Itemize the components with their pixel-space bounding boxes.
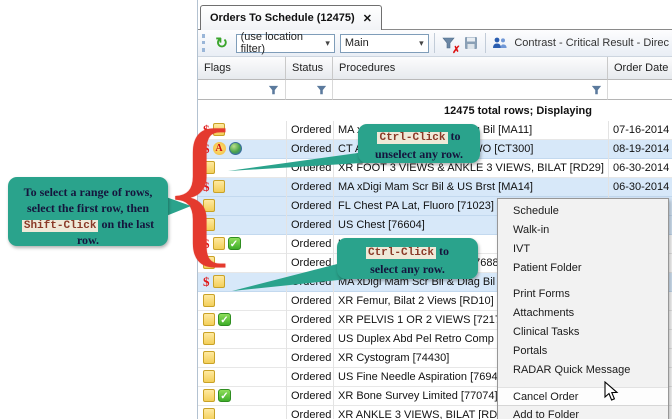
context-menu-item-patient-folder[interactable]: Patient Folder (498, 259, 668, 278)
save-grid-icon[interactable] (462, 33, 480, 53)
tab-orders-to-schedule[interactable]: Orders To Schedule (12475) ✕ (200, 5, 382, 30)
note-flag-icon (203, 370, 215, 383)
context-menu-item-ivt[interactable]: IVT (498, 240, 668, 259)
flags-cell (203, 332, 215, 345)
red-brace-annotation: { (160, 124, 241, 255)
context-menu-item-radar-quick-message[interactable]: RADAR Quick Message (498, 361, 668, 380)
chevron-down-icon: ▾ (325, 38, 330, 49)
column-header-procedures[interactable]: Procedures (333, 57, 608, 80)
status-cell: Ordered (291, 124, 331, 136)
ctrl-click-key: Ctrl-Click (366, 247, 436, 259)
refresh-icon[interactable]: ↻ (213, 33, 231, 53)
shift-click-key: Shift-Click (22, 220, 99, 232)
check-flag-icon: ✓ (218, 313, 231, 326)
view-dropdown-value: Main (345, 37, 369, 49)
mouse-cursor (604, 381, 620, 402)
column-divider (286, 121, 287, 419)
column-header-status[interactable]: Status (286, 57, 333, 80)
callout-text: unselect any row. (375, 147, 463, 161)
tab-title: Orders To Schedule (12475) (210, 12, 355, 24)
location-filter-value: (use location filter) (241, 31, 320, 55)
status-cell: Ordered (291, 143, 331, 155)
status-cell: Ordered (291, 390, 331, 402)
funnel-icon (316, 85, 327, 96)
note-flag-icon (203, 294, 215, 307)
location-filter-dropdown[interactable]: (use location filter) ▾ (236, 34, 335, 53)
status-cell: Ordered (291, 181, 331, 193)
callout-ctrl-click-unselect: Ctrl-Click to unselect any row. (358, 124, 480, 163)
menu-separator (498, 380, 668, 387)
context-menu-item-cancel-order[interactable]: Cancel Order (498, 387, 668, 406)
contrast-people-icon (491, 33, 509, 53)
clear-filter-icon[interactable]: ✗ (439, 33, 457, 53)
flags-cell: ✓ (203, 389, 231, 402)
toolbar-grip (202, 34, 208, 52)
status-cell: Ordered (291, 257, 331, 269)
note-flag-icon (203, 351, 215, 364)
funnel-icon (268, 85, 279, 96)
flags-cell: ✓ (203, 313, 231, 326)
funnel-icon (591, 85, 602, 96)
column-header-flags[interactable]: Flags (198, 57, 286, 80)
column-header-order-date[interactable]: Order Date (608, 57, 672, 80)
table-row[interactable]: $OrderedMA xDigi Mam Scr Bil & US Brst [… (198, 178, 672, 197)
tab-close-icon[interactable]: ✕ (363, 12, 372, 25)
callout-shift-click: To select a range of rows, select the fi… (8, 177, 168, 246)
context-menu-item-clinical-tasks[interactable]: Clinical Tasks (498, 323, 668, 342)
check-flag-icon: ✓ (218, 389, 231, 402)
note-flag-icon (203, 408, 215, 419)
note-flag-icon (203, 332, 215, 345)
context-menu-item-schedule[interactable]: Schedule (498, 202, 668, 221)
status-cell: Ordered (291, 276, 331, 288)
flags-cell (203, 408, 215, 419)
menu-separator (498, 278, 668, 285)
status-cell: Ordered (291, 314, 331, 326)
order-date-cell: 06-30-2014 (613, 162, 669, 174)
summary-bar: 12475 total rows; Displaying (198, 100, 672, 121)
order-date-cell: 08-19-2014 (613, 143, 669, 155)
filter-cell-status[interactable] (286, 80, 333, 100)
context-menu: ScheduleWalk-inIVTPatient Folder Print Fo… (497, 198, 669, 419)
status-cell: Ordered (291, 333, 331, 345)
view-dropdown[interactable]: Main ▾ (340, 34, 429, 53)
flags-cell (203, 294, 215, 307)
status-cell: Ordered (291, 200, 331, 212)
context-menu-item-attachments[interactable]: Attachments (498, 304, 668, 323)
chevron-down-icon: ▾ (419, 38, 424, 49)
flags-cell (203, 351, 215, 364)
context-menu-item-portals[interactable]: Portals (498, 342, 668, 361)
callout-text: To select a range of rows, select the fi… (24, 185, 153, 215)
order-date-cell: 06-30-2014 (613, 181, 669, 193)
column-divider (333, 121, 334, 419)
flags-cell (203, 370, 215, 383)
orders-to-schedule-screen: Orders To Schedule (12475) ✕ ↻ (use loca… (0, 0, 672, 419)
note-flag-icon (203, 389, 215, 402)
callout-ctrl-click-select: Ctrl-Click to select any row. (337, 238, 478, 279)
callout-text: to (436, 244, 449, 258)
total-rows-text: 12475 total rows; Displaying (444, 105, 592, 117)
red-x-icon: ✗ (452, 45, 460, 56)
context-menu-item-print-forms[interactable]: Print Forms (498, 285, 668, 304)
status-cell: Ordered (291, 238, 331, 250)
status-cell: Ordered (291, 371, 331, 383)
floppy-icon (464, 36, 478, 50)
order-date-cell: 07-16-2014 (613, 124, 669, 136)
status-cell: Ordered (291, 219, 331, 231)
callout-text: to (448, 129, 461, 143)
status-cell: Ordered (291, 352, 331, 364)
context-menu-item-walk-in[interactable]: Walk-in (498, 221, 668, 240)
note-flag-icon (203, 313, 215, 326)
filter-cell-procedures[interactable] (333, 80, 608, 100)
ctrl-click-key: Ctrl-Click (377, 132, 447, 144)
status-cell: Ordered (291, 162, 331, 174)
callout-text: select any row. (370, 262, 445, 276)
context-menu-item-add-to-folder[interactable]: Add to Folder (498, 406, 668, 419)
status-cell: Ordered (291, 295, 331, 307)
toolbar: ↻ (use location filter) ▾ Main ▾ ✗ (198, 29, 672, 57)
filter-cell-order-date[interactable] (608, 80, 672, 100)
status-cell: Ordered (291, 409, 331, 419)
toolbar-links[interactable]: Contrast - Critical Result - Direc (514, 37, 669, 49)
toolbar-separator (485, 33, 486, 53)
toolbar-separator (434, 33, 435, 53)
